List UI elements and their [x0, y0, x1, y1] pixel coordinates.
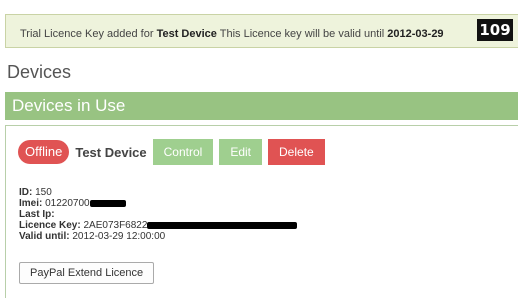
notice-middle: This Licence key will be valid until [216, 28, 388, 40]
notice-count-badge: 109 [477, 19, 513, 41]
detail-imei-label: Imei: [19, 198, 43, 209]
notice-prefix: Trial Licence Key added for [20, 28, 157, 40]
status-badge: Offline [18, 140, 70, 164]
device-row: Offline Test Device Control Edit Delete [18, 139, 331, 165]
detail-valid-until-value: 2012-03-29 12:00:00 [72, 231, 166, 242]
detail-imei-value: 01220700 [45, 198, 90, 209]
page-title: Devices [7, 62, 72, 82]
device-details: ID: 150 Imei: 01220700 Last Ip: Licence … [19, 187, 298, 242]
control-button[interactable]: Control [152, 139, 214, 165]
licence-notice: Trial Licence Key added for Test Device … [5, 14, 518, 48]
paypal-extend-licence-button[interactable]: PayPal Extend Licence [19, 262, 155, 284]
detail-valid-until: Valid until: 2012-03-29 12:00:00 [19, 231, 297, 242]
delete-button[interactable]: Delete [268, 139, 325, 165]
detail-licence-key-label: Licence Key: [19, 220, 81, 231]
redaction-mark [147, 221, 298, 229]
detail-licence-key-value: 2AE073F6822 [83, 220, 148, 231]
detail-licence-key: Licence Key: 2AE073F6822 [19, 220, 298, 231]
detail-id-label: ID: [19, 187, 33, 198]
detail-id: ID: 150 [19, 187, 297, 198]
redaction-mark [89, 199, 126, 207]
device-name: Test Device [75, 144, 147, 160]
edit-button[interactable]: Edit [219, 139, 263, 165]
device-panel: Offline Test Device Control Edit Delete … [5, 125, 518, 298]
section-header-devices-in-use: Devices in Use [5, 92, 518, 120]
detail-valid-until-label: Valid until: [19, 231, 70, 242]
notice-date: 2012-03-29 [387, 28, 444, 40]
notice-device-name: Test Device [156, 28, 217, 40]
detail-id-value: 150 [35, 187, 52, 198]
detail-last-ip-label: Last Ip: [19, 209, 55, 220]
detail-imei: Imei: 01220700 [19, 198, 297, 209]
detail-last-ip: Last Ip: [19, 209, 297, 220]
